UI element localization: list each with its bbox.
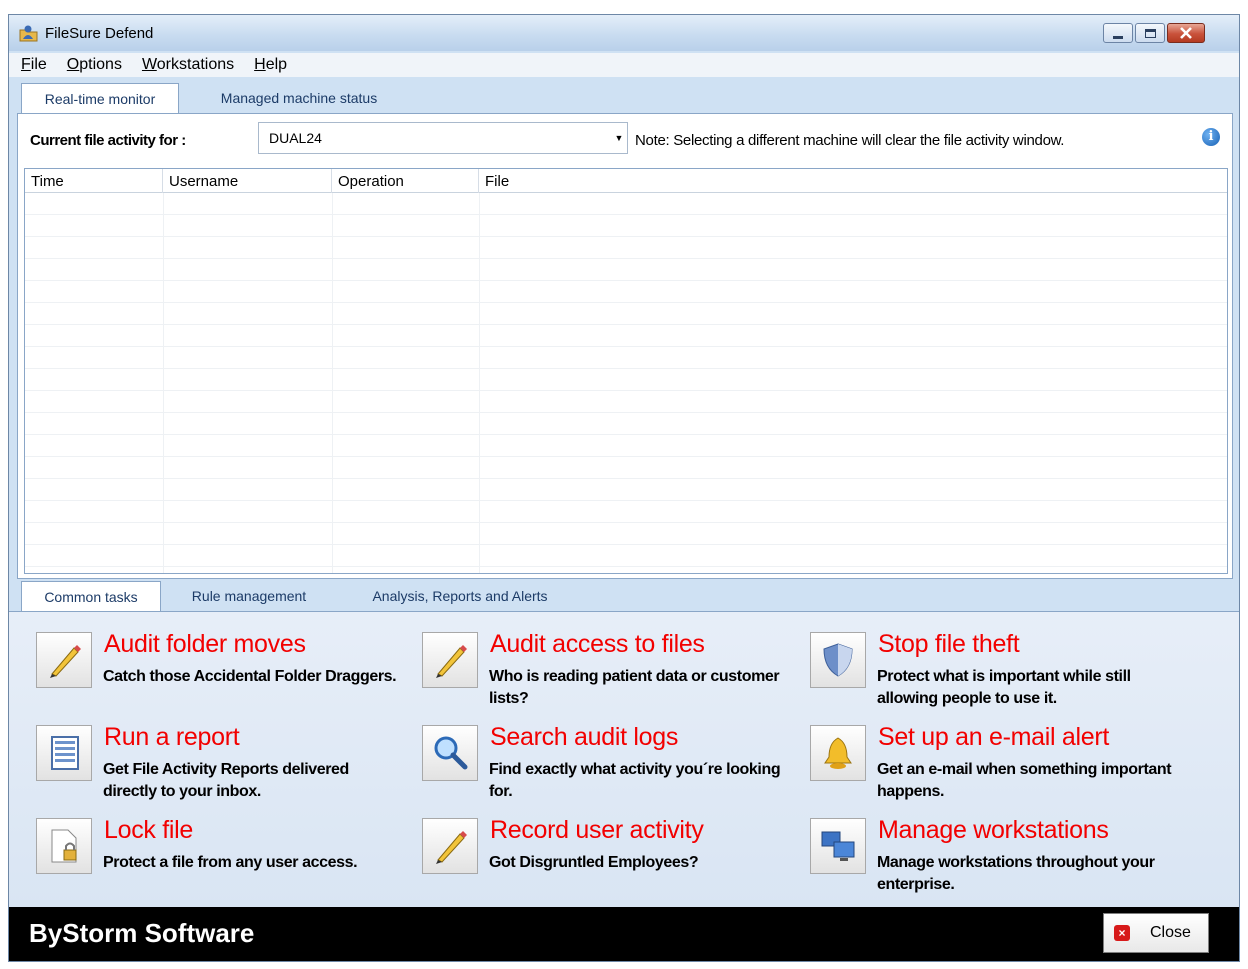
task-title[interactable]: Audit folder moves [104, 630, 306, 659]
task-description: Who is reading patient data or customer … [489, 668, 780, 707]
brand-name: ByStorm Software [29, 918, 255, 948]
bell-icon[interactable] [810, 725, 866, 781]
task-title[interactable]: Record user activity [490, 816, 704, 845]
machine-select[interactable]: DUAL24 ▼ [258, 122, 628, 154]
title-bar: FileSure Defend [9, 15, 1239, 51]
table-row[interactable] [25, 413, 1227, 435]
selection-note: Note: Selecting a different machine will… [635, 132, 1065, 149]
tab-common-tasks[interactable]: Common tasks [21, 581, 161, 611]
task-title[interactable]: Audit access to files [490, 630, 705, 659]
computers-icon[interactable] [810, 818, 866, 874]
menu-help[interactable]: Help [254, 56, 287, 74]
close-icon [1180, 27, 1192, 39]
lock-file-icon[interactable] [36, 818, 92, 874]
top-tab-strip: Real-time monitor Managed machine status [9, 83, 1239, 113]
task-run-a-report[interactable]: Run a report Get File Activity Reports d… [36, 723, 408, 813]
maximize-icon [1144, 28, 1156, 38]
file-activity-grid[interactable]: Time Username Operation File [24, 168, 1228, 574]
machine-select-value: DUAL24 [269, 130, 322, 146]
column-divider [479, 193, 480, 573]
info-icon[interactable]: i [1202, 128, 1220, 146]
menu-file[interactable]: File [21, 56, 47, 74]
tab-analysis-reports-alerts[interactable]: Analysis, Reports and Alerts [345, 581, 575, 611]
tab-rule-management[interactable]: Rule management [169, 581, 329, 611]
app-icon [19, 25, 38, 42]
task-set-up-email-alert[interactable]: Set up an e-mail alert Get an e-mail whe… [810, 723, 1182, 813]
tab-managed-machine-status[interactable]: Managed machine status [189, 83, 409, 113]
footer-bar: ByStorm Software × Close [9, 907, 1239, 961]
close-button-label: Close [1150, 924, 1191, 941]
task-title[interactable]: Search audit logs [490, 723, 678, 752]
task-description: Protect a file from any user access. [103, 854, 358, 871]
shield-icon[interactable] [810, 632, 866, 688]
table-row[interactable] [25, 347, 1227, 369]
tab-real-time-monitor[interactable]: Real-time monitor [21, 83, 179, 113]
real-time-monitor-panel: Current file activity for : DUAL24 ▼ Not… [17, 113, 1233, 579]
pencil-icon[interactable] [422, 818, 478, 874]
menu-workstations[interactable]: Workstations [142, 56, 234, 74]
chevron-down-icon[interactable]: ▼ [611, 123, 627, 153]
window-title: FileSure Defend [45, 25, 154, 42]
table-row[interactable] [25, 545, 1227, 567]
table-row[interactable] [25, 303, 1227, 325]
table-row[interactable] [25, 435, 1227, 457]
task-title[interactable]: Run a report [104, 723, 240, 752]
common-tasks-panel: Audit folder moves Catch those Accidenta… [9, 611, 1239, 907]
task-stop-file-theft[interactable]: Stop file theft Protect what is importan… [810, 630, 1182, 720]
pencil-icon[interactable] [36, 632, 92, 688]
table-row[interactable] [25, 193, 1227, 215]
column-header-operation[interactable]: Operation [332, 169, 479, 193]
task-title[interactable]: Set up an e-mail alert [878, 723, 1109, 752]
task-description: Get File Activity Reports delivered dire… [103, 761, 349, 800]
app-window: FileSure Defend File Options Workstation… [8, 14, 1240, 962]
column-divider [163, 193, 164, 573]
table-row[interactable] [25, 369, 1227, 391]
column-header-username[interactable]: Username [163, 169, 332, 193]
close-button[interactable]: × Close [1103, 913, 1209, 953]
task-description: Protect what is important while still al… [877, 668, 1131, 707]
task-description: Get an e-mail when something important h… [877, 761, 1172, 800]
task-description: Catch those Accidental Folder Draggers. [103, 668, 397, 685]
task-record-user-activity[interactable]: Record user activity Got Disgruntled Emp… [422, 816, 794, 906]
table-row[interactable] [25, 259, 1227, 281]
column-header-file[interactable]: File [479, 169, 1227, 193]
task-description: Manage workstations throughout your ente… [877, 854, 1155, 893]
minimize-button[interactable] [1103, 23, 1133, 43]
maximize-button[interactable] [1135, 23, 1165, 43]
bottom-tab-strip: Common tasks Rule management Analysis, R… [9, 581, 1239, 611]
table-row[interactable] [25, 215, 1227, 237]
task-title[interactable]: Lock file [104, 816, 193, 845]
task-description: Find exactly what activity you´re lookin… [489, 761, 781, 800]
menu-options[interactable]: Options [67, 56, 122, 74]
table-row[interactable] [25, 237, 1227, 259]
table-row[interactable] [25, 523, 1227, 545]
task-title[interactable]: Stop file theft [878, 630, 1020, 659]
column-header-time[interactable]: Time [25, 169, 163, 193]
task-manage-workstations[interactable]: Manage workstations Manage workstations … [810, 816, 1182, 906]
magnifier-icon[interactable] [422, 725, 478, 781]
table-row[interactable] [25, 281, 1227, 303]
table-row[interactable] [25, 457, 1227, 479]
table-row[interactable] [25, 391, 1227, 413]
table-row[interactable] [25, 325, 1227, 347]
table-row[interactable] [25, 479, 1227, 501]
report-icon[interactable] [36, 725, 92, 781]
task-description: Got Disgruntled Employees? [489, 854, 699, 871]
task-audit-folder-moves[interactable]: Audit folder moves Catch those Accidenta… [36, 630, 408, 720]
task-title[interactable]: Manage workstations [878, 816, 1109, 845]
task-search-audit-logs[interactable]: Search audit logs Find exactly what acti… [422, 723, 794, 813]
table-row[interactable] [25, 501, 1227, 523]
window-close-button[interactable] [1167, 23, 1205, 43]
grid-header: Time Username Operation File [25, 169, 1227, 193]
pencil-icon[interactable] [422, 632, 478, 688]
close-icon: × [1114, 925, 1130, 941]
task-audit-access-to-files[interactable]: Audit access to files Who is reading pat… [422, 630, 794, 720]
column-divider [332, 193, 333, 573]
minimize-icon [1113, 35, 1123, 39]
current-activity-label: Current file activity for : [30, 132, 186, 149]
menu-bar: File Options Workstations Help [9, 53, 1239, 77]
task-lock-file[interactable]: Lock file Protect a file from any user a… [36, 816, 408, 906]
